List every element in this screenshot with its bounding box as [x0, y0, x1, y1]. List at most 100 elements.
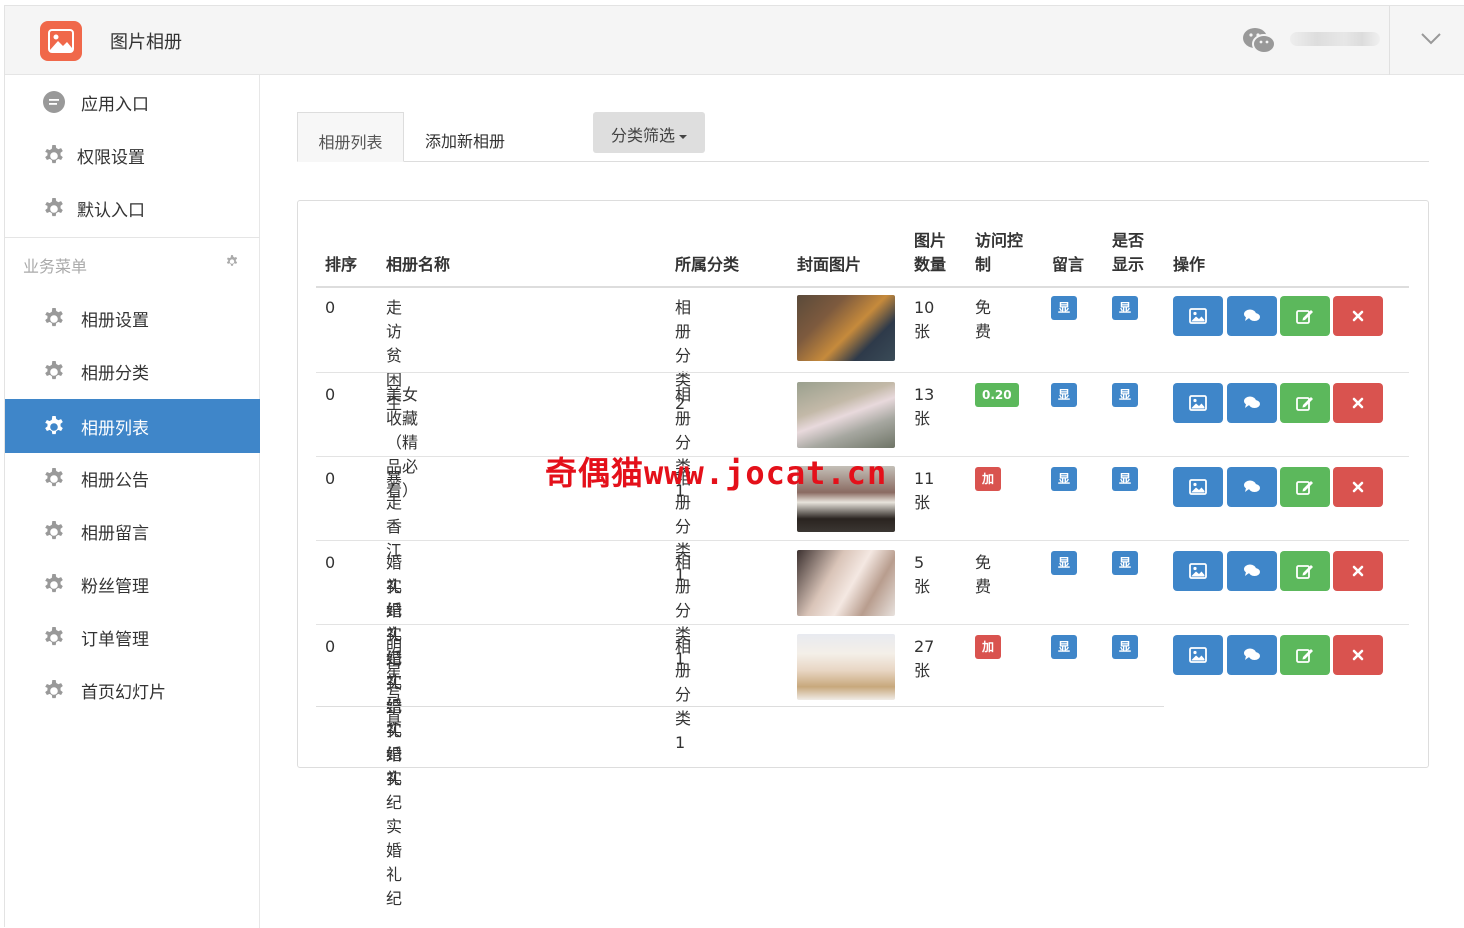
col-header-name: 相册名称 [386, 255, 451, 274]
picture-icon [1189, 308, 1207, 324]
view-comments-button[interactable] [1227, 383, 1277, 423]
category-filter-dropdown[interactable]: 分类筛选 [593, 112, 705, 153]
gear-icon [45, 574, 63, 593]
comments-icon [1244, 564, 1260, 576]
sidebar-item-album-list[interactable]: 相册列表 [5, 399, 260, 453]
cover-thumbnail[interactable] [797, 634, 895, 700]
row-divider [316, 372, 1409, 373]
delete-album-button[interactable] [1333, 296, 1383, 336]
sidebar-item-label: 相册列表 [81, 419, 149, 439]
comments-icon [1244, 648, 1260, 660]
picture-icon [1189, 479, 1207, 495]
delete-album-button[interactable] [1333, 467, 1383, 507]
photo-count: 13张 [914, 385, 935, 428]
manage-photos-button[interactable] [1173, 635, 1223, 675]
sidebar-item-album-comments[interactable]: 相册留言 [5, 504, 260, 558]
photo-count: 27张 [914, 637, 935, 680]
view-comments-button[interactable] [1227, 296, 1277, 336]
dropdown-label: 分类筛选 [610, 126, 675, 145]
manage-photos-button[interactable] [1173, 296, 1223, 336]
chevron-down-icon[interactable] [1420, 32, 1442, 46]
gear-icon [45, 521, 63, 540]
sidebar-item-slideshow[interactable]: 首页幻灯片 [5, 663, 260, 717]
close-icon [1352, 649, 1364, 661]
edit-icon [1296, 310, 1313, 324]
album-name[interactable]: 暴走香江 [386, 467, 402, 563]
sidebar-item-label: 应用入口 [81, 95, 149, 115]
sidebar-item-default-entry[interactable]: 默认入口 [5, 181, 260, 235]
access-control: 免费 [975, 298, 992, 341]
show-status-badge[interactable]: 显示 [1112, 551, 1139, 594]
sidebar-item-album-settings[interactable]: 相册设置 [5, 291, 260, 345]
show-status-badge[interactable]: 显示 [1112, 467, 1139, 510]
sidebar-item-fans[interactable]: 粉丝管理 [5, 557, 260, 611]
tab-album-list[interactable]: 相册列表 [297, 112, 404, 162]
gear-icon [45, 416, 63, 435]
wechat-icon[interactable] [1242, 27, 1276, 55]
top-header: 图片相册 [5, 6, 1464, 75]
sidebar-item-album-notices[interactable]: 相册公告 [5, 451, 260, 505]
edit-album-button[interactable] [1280, 467, 1330, 507]
comment-status-badge[interactable]: 显示 [1051, 635, 1078, 678]
album-name[interactable]: 明星写真 [386, 635, 402, 731]
view-comments-button[interactable] [1227, 551, 1277, 591]
edit-album-button[interactable] [1280, 296, 1330, 336]
comment-status-badge[interactable]: 显示 [1051, 551, 1078, 594]
app-logo[interactable] [40, 21, 82, 61]
sidebar-item-permissions[interactable]: 权限设置 [5, 128, 260, 182]
access-badge: 加密 [975, 467, 1002, 510]
watermark-cjk: 奇偶猫 [545, 454, 645, 492]
col-header-access-1: 访问控 [975, 231, 1024, 250]
gear-icon [45, 145, 63, 164]
manage-photos-button[interactable] [1173, 467, 1223, 507]
category-cell: 相册分类1 [675, 637, 692, 752]
app-title: 图片相册 [110, 32, 182, 53]
user-name-blurred[interactable] [1290, 32, 1380, 46]
delete-album-button[interactable] [1333, 635, 1383, 675]
photo-count: 11张 [914, 469, 935, 512]
order-cell: 0 [325, 469, 336, 488]
edit-icon [1296, 397, 1313, 411]
show-status-badge[interactable]: 显示 [1112, 296, 1139, 339]
tab-add-album[interactable]: 添加新相册 [425, 112, 505, 162]
comment-status-badge[interactable]: 显示 [1051, 296, 1078, 339]
gear-icon[interactable] [225, 254, 239, 268]
order-cell: 0 [325, 298, 336, 317]
cover-thumbnail[interactable] [797, 382, 895, 448]
col-header-cover: 封面图片 [797, 255, 862, 274]
col-header-access-2: 制 [975, 255, 992, 274]
comment-status-badge[interactable]: 显示 [1051, 383, 1078, 426]
edit-icon [1296, 649, 1313, 663]
picture-icon [1189, 647, 1207, 663]
edit-album-button[interactable] [1280, 551, 1330, 591]
sidebar-item-label: 相册设置 [81, 311, 149, 331]
col-header-show-2: 显示 [1112, 255, 1145, 274]
delete-album-button[interactable] [1333, 383, 1383, 423]
col-header-count-2: 数量 [914, 255, 947, 274]
sidebar-item-orders[interactable]: 订单管理 [5, 610, 260, 664]
sidebar-item-label: 权限设置 [77, 148, 145, 168]
watermark-latin: www.jocat.cn [644, 454, 888, 492]
cover-thumbnail[interactable] [797, 550, 895, 616]
cover-thumbnail[interactable] [797, 295, 895, 361]
sidebar-item-app-entry[interactable]: 应用入口 [5, 75, 260, 129]
comment-status-badge[interactable]: 显示 [1051, 467, 1078, 510]
edit-album-button[interactable] [1280, 383, 1330, 423]
sidebar-item-album-categories[interactable]: 相册分类 [5, 344, 260, 398]
sidebar-item-label: 粉丝管理 [81, 577, 149, 597]
view-comments-button[interactable] [1227, 635, 1277, 675]
show-status-badge[interactable]: 显示 [1112, 383, 1139, 426]
col-header-show-1: 是否 [1112, 231, 1145, 250]
col-header-actions: 操作 [1173, 255, 1206, 274]
delete-album-button[interactable] [1333, 551, 1383, 591]
manage-photos-button[interactable] [1173, 551, 1223, 591]
comments-icon [1244, 396, 1260, 408]
comments-icon [1244, 309, 1260, 321]
view-comments-button[interactable] [1227, 467, 1277, 507]
image-icon [48, 29, 74, 53]
edit-album-button[interactable] [1280, 635, 1330, 675]
col-header-category: 所属分类 [675, 255, 740, 274]
show-status-badge[interactable]: 显示 [1112, 635, 1139, 678]
manage-photos-button[interactable] [1173, 383, 1223, 423]
table-bottom-line [316, 706, 1164, 707]
